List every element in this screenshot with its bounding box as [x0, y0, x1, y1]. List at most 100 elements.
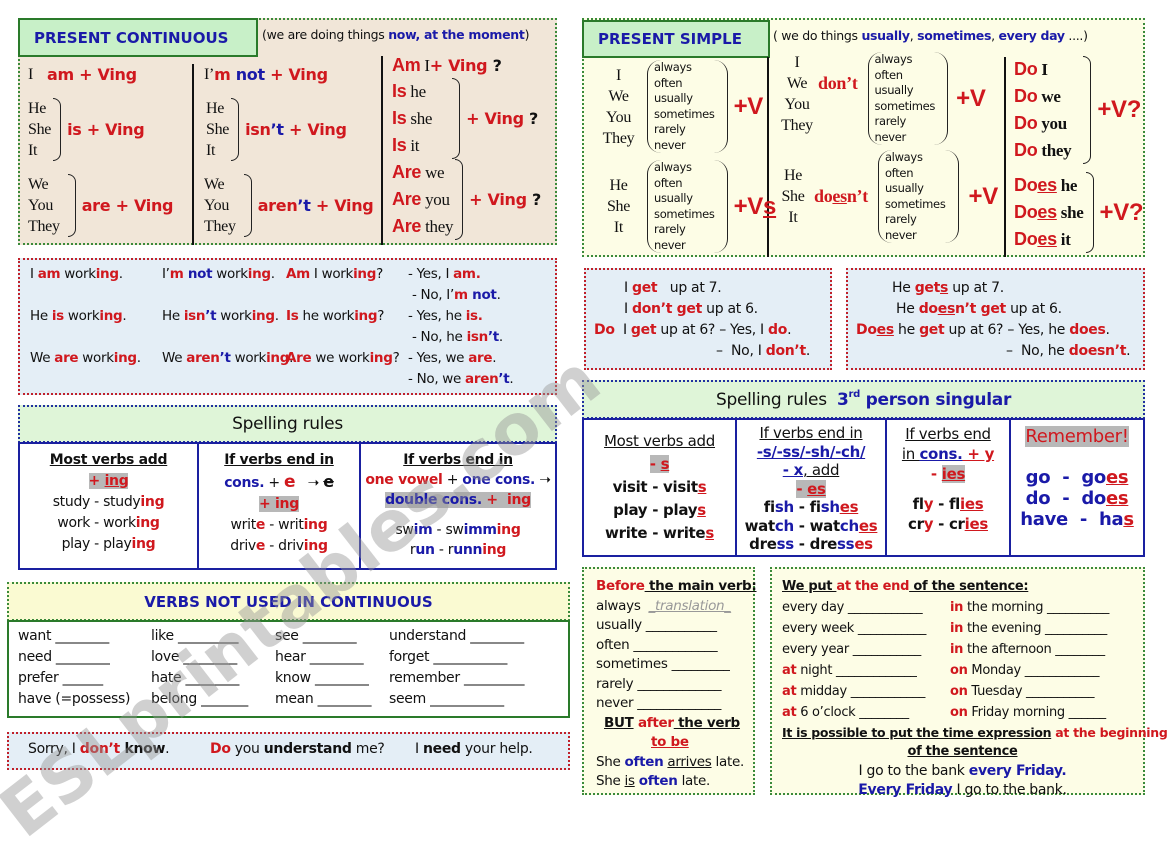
text-run: sh	[820, 498, 840, 516]
text-run: is.	[465, 308, 483, 324]
text-run: Do	[210, 741, 231, 757]
text-line: Do I get up at 6? – Yes, I do.	[586, 320, 830, 341]
text-line: Do I	[1014, 56, 1071, 83]
text-run: I’	[162, 266, 170, 282]
text-run: work	[78, 350, 114, 366]
text-run: sh	[774, 498, 794, 516]
text-run: , add	[802, 461, 840, 479]
text-run: work	[60, 266, 96, 282]
word-list: He She It	[776, 165, 810, 228]
text-run: is	[51, 308, 64, 324]
grid-cell: hear ________	[275, 649, 364, 665]
rule-line: study - studying	[53, 492, 165, 513]
grid-cell: Is he working?	[286, 306, 408, 327]
spelling-3rd-table: Most verbs add - s visit - visits play - pl…	[582, 418, 1145, 557]
list-word: sometimes	[654, 106, 715, 121]
text-run: night _____________	[796, 662, 917, 678]
grid-cell: at 6 o’clock ________	[782, 702, 950, 723]
word-list: I We You They	[776, 52, 818, 136]
text-run: +V	[956, 84, 986, 112]
list-word: He	[206, 100, 225, 117]
text-run: sometimes _________	[596, 656, 730, 672]
text-run: is	[624, 773, 635, 789]
list-word: never	[654, 137, 686, 152]
text-run: on	[950, 662, 968, 678]
text-run: doesn’t	[1068, 343, 1127, 359]
text-line: He gets up at 7.	[848, 270, 1143, 299]
text-run: to be	[651, 734, 689, 750]
brace-icon	[1083, 56, 1092, 164]
list-word: You	[784, 95, 810, 113]
text-run: +	[264, 475, 284, 491]
list-word: He	[609, 177, 628, 194]
text-run: the main verb:	[644, 578, 757, 594]
text-run: 6 o’clock ________	[796, 704, 909, 720]
text-run: work - work	[57, 515, 136, 531]
verbs-header: VERBS NOT USED IN CONTINUOUS	[7, 582, 570, 621]
text-run: m	[214, 65, 236, 84]
text-line: Do they	[1014, 137, 1072, 164]
rule-line: play - plays	[613, 499, 706, 522]
text-line: Every Friday I go to the bank.	[782, 781, 1143, 801]
text-run: m	[453, 287, 468, 303]
grid-cell: have (=possess)	[18, 691, 131, 707]
text-run: ing	[496, 522, 521, 538]
text-run: ing	[251, 308, 275, 324]
text-run: I	[1037, 60, 1048, 79]
rule-line: drive - driving	[230, 536, 328, 557]
text-run: work	[216, 308, 252, 324]
understand-sentence: Do you understand me?	[210, 740, 385, 760]
ps-examples-he: He gets up at 7. He doesn’t get up at 6.…	[846, 268, 1145, 370]
text-run: I	[624, 280, 632, 296]
rule-line: visit - visits	[613, 476, 707, 499]
text-run: ing	[131, 536, 156, 552]
list-word: always	[874, 52, 913, 66]
text-run: )	[524, 27, 530, 42]
ps-negative-i: I We You They don’t always often usually sometim…	[776, 52, 986, 145]
text-run: Do	[1014, 113, 1038, 133]
list-word: rarely	[654, 222, 686, 236]
text-run: on	[950, 683, 968, 699]
text-run: .	[270, 266, 275, 282]
word-list: I We You They	[596, 65, 641, 149]
text-run: Friday morning ______	[967, 704, 1106, 720]
sorry-sentence: Sorry, I don’t know.	[28, 740, 170, 760]
text-run: + Ving	[429, 56, 488, 75]
text-run: Do	[1014, 175, 1038, 195]
text-line: Are we	[392, 159, 453, 186]
text-run: they	[421, 217, 454, 236]
text-run: ing	[95, 266, 119, 282]
text-run: + y	[962, 445, 995, 463]
text-run: im	[413, 522, 433, 538]
text-run: Is	[286, 308, 299, 324]
pc-question-i: Am I + Ving ?	[392, 52, 502, 79]
text-run: ch	[839, 516, 859, 535]
list-word: She	[206, 121, 230, 138]
text-run: ing	[303, 538, 328, 554]
text-run: es	[1037, 229, 1057, 249]
text-run: he	[406, 82, 426, 101]
text-run: ?	[487, 56, 502, 75]
spelling-3rd-title: Spelling rules 3rd person singular	[716, 389, 1011, 410]
text-run: the verb	[673, 714, 740, 731]
text-run: at	[782, 704, 797, 720]
text-run: s	[763, 192, 777, 220]
text-run: ?	[376, 266, 383, 282]
rule-line: fly - flies	[913, 494, 984, 514]
text-run: work	[63, 308, 100, 324]
text-run: work	[212, 266, 248, 282]
text-run: unn	[453, 542, 483, 558]
list-word: She	[28, 121, 52, 138]
text-run: es	[854, 535, 873, 553]
text-line: Does she	[1014, 199, 1084, 226]
text-line: +V?	[1100, 199, 1144, 227]
text-run: ing	[354, 308, 378, 324]
rule-line: + ing	[88, 471, 129, 492]
word-list: He She It	[206, 98, 229, 161]
text-run: ’t	[219, 350, 231, 366]
text-run: rd	[848, 389, 861, 400]
text-run: + Ving	[264, 65, 328, 84]
text-run: it	[406, 136, 420, 155]
text-run: - No, he	[408, 329, 467, 345]
text-line: Before the main verb:	[596, 577, 757, 597]
